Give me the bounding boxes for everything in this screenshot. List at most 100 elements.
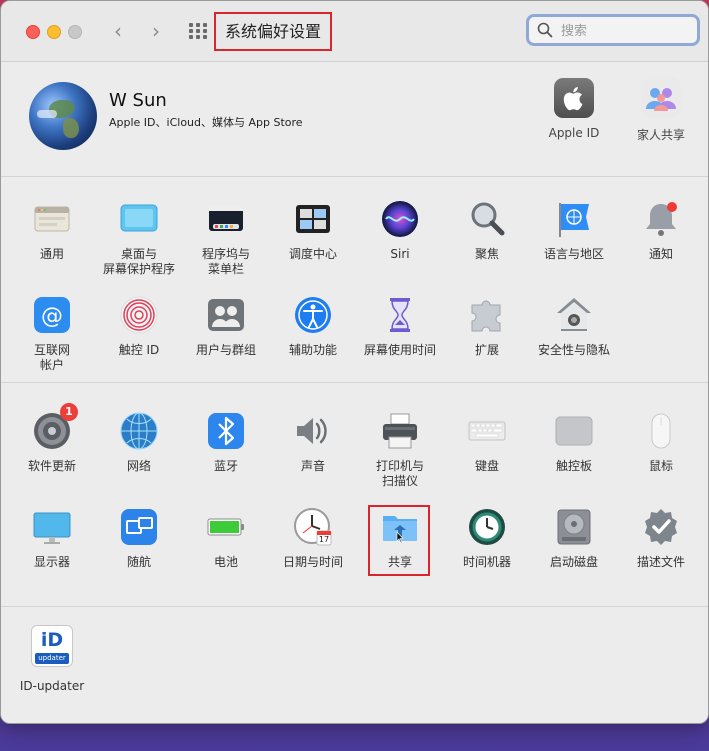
show-all-grid-icon[interactable] (189, 23, 209, 39)
pref-mission-control[interactable]: 调度中心 (270, 199, 356, 262)
pref-spotlight[interactable]: 聚焦 (444, 199, 530, 262)
users-groups-icon (206, 295, 246, 335)
pref-security-privacy[interactable]: 安全性与隐私 (531, 295, 617, 358)
pref-time-machine[interactable]: 时间机器 (444, 507, 530, 570)
apple-id-button[interactable]: Apple ID (534, 78, 614, 140)
mouse-icon (641, 411, 681, 451)
id-updater-icon-text: iD (40, 629, 64, 651)
search-field[interactable] (526, 14, 700, 46)
pref-siri[interactable]: Siri (357, 199, 443, 262)
pref-network[interactable]: 网络 (96, 411, 182, 474)
pref-extensions[interactable]: 扩展 (444, 295, 530, 358)
apple-id-banner: W Sun Apple ID、iCloud、媒体与 App Store Appl… (1, 62, 708, 177)
user-name: W Sun (109, 90, 167, 111)
pref-label: 触控板 (555, 459, 592, 473)
avatar[interactable] (29, 82, 97, 150)
pref-label: 电池 (213, 555, 238, 569)
apple-id-label: Apple ID (548, 126, 600, 140)
pref-users-groups[interactable]: 用户与群组 (183, 295, 269, 358)
calendar-date-badge: 17 (318, 535, 330, 544)
mission-control-icon (293, 199, 333, 239)
pref-label: 日期与时间 (282, 555, 343, 569)
update-count-badge: 1 (60, 403, 78, 421)
pref-label: 聚焦 (474, 247, 499, 261)
pref-label: 用户与群组 (195, 343, 256, 357)
bluetooth-icon (206, 411, 246, 451)
pref-label: 辅助功能 (288, 343, 337, 357)
pref-label: Siri (390, 247, 410, 261)
spotlight-icon (467, 199, 507, 239)
pref-label: 安全性与隐私 (537, 343, 610, 357)
pref-label: 显示器 (33, 555, 70, 569)
displays-icon (32, 507, 72, 547)
search-icon (537, 22, 553, 38)
pref-profiles[interactable]: 描述文件 (618, 507, 704, 570)
pref-label: 打印机与 扫描仪 (375, 459, 424, 488)
family-sharing-button[interactable]: 家人共享 (621, 78, 701, 143)
pref-displays[interactable]: 显示器 (9, 507, 95, 570)
pref-software-update[interactable]: 1 软件更新 (9, 403, 95, 474)
apple-logo-icon (554, 78, 594, 118)
pref-label: 通用 (39, 247, 64, 261)
pref-id-updater[interactable]: iD updater ID-updater (9, 625, 95, 694)
pref-notifications[interactable]: 通知 (618, 199, 704, 262)
system-preferences-window: ‹ › 系统偏好设置 W Sun Apple ID、iCloud、媒体与 App… (0, 0, 709, 724)
minimize-button[interactable] (47, 25, 61, 39)
pref-language-region[interactable]: 语言与地区 (531, 199, 617, 262)
pref-label: 桌面与 屏幕保护程序 (102, 247, 175, 276)
pref-label: 时间机器 (462, 555, 511, 569)
pref-internet-accounts[interactable]: @ 互联网 帐户 (9, 295, 95, 373)
pref-bluetooth[interactable]: 蓝牙 (183, 411, 269, 474)
sidecar-icon (119, 507, 159, 547)
notifications-icon (641, 199, 681, 239)
pref-label: 键盘 (474, 459, 499, 473)
pref-battery[interactable]: 电池 (183, 507, 269, 570)
internet-accounts-icon: @ (32, 295, 72, 335)
pref-label: 描述文件 (636, 555, 685, 569)
pref-general[interactable]: 通用 (9, 199, 95, 262)
forward-chevron-icon[interactable]: › (143, 17, 169, 45)
title-bar: ‹ › 系统偏好设置 (1, 1, 708, 62)
accessibility-icon (293, 295, 333, 335)
pref-desktop-screensaver[interactable]: 桌面与 屏幕保护程序 (96, 199, 182, 277)
svg-text:@: @ (41, 304, 63, 329)
zoom-button[interactable] (68, 25, 82, 39)
pref-mouse[interactable]: 鼠标 (618, 411, 704, 474)
startup-disk-icon (554, 507, 594, 547)
sharing-highlight-box (368, 505, 430, 576)
pref-sidecar[interactable]: 随航 (96, 507, 182, 570)
pref-touch-id[interactable]: 触控 ID (96, 295, 182, 358)
pref-sound[interactable]: 声音 (270, 411, 356, 474)
pref-label: 通知 (648, 247, 673, 261)
pref-screen-time[interactable]: 屏幕使用时间 (357, 295, 443, 358)
personal-preferences-section: 通用 桌面与 屏幕保护程序 程序坞与 菜单栏 调度中心 Siri 聚焦 语言与地… (1, 177, 708, 383)
pref-printers-scanners[interactable]: 打印机与 扫描仪 (357, 411, 443, 489)
hardware-preferences-section: 1 软件更新 网络 蓝牙 声音 打印机与 扫描仪 键盘 触控板 鼠标 显示器 随… (1, 383, 708, 607)
dock-menubar-icon (206, 199, 246, 239)
pref-label: 软件更新 (27, 459, 76, 473)
pref-label: ID-updater (19, 679, 85, 693)
pref-label: 触控 ID (118, 343, 160, 357)
pref-dock-menubar[interactable]: 程序坞与 菜单栏 (183, 199, 269, 277)
pref-label: 随航 (126, 555, 151, 569)
siri-icon (380, 199, 420, 239)
trackpad-icon (554, 411, 594, 451)
close-button[interactable] (26, 25, 40, 39)
pref-keyboard[interactable]: 键盘 (444, 411, 530, 474)
id-updater-icon-subtext: updater (35, 653, 69, 664)
profiles-icon (641, 507, 681, 547)
pref-date-time[interactable]: 17 日期与时间 (270, 507, 356, 570)
software-update-icon: 1 (32, 403, 78, 451)
sound-icon (293, 411, 333, 451)
family-sharing-icon (641, 78, 681, 118)
back-chevron-icon[interactable]: ‹ (105, 17, 131, 45)
pref-label: 网络 (126, 459, 151, 473)
pref-accessibility[interactable]: 辅助功能 (270, 295, 356, 358)
search-input[interactable] (559, 19, 693, 43)
pref-trackpad[interactable]: 触控板 (531, 411, 617, 474)
pref-label: 互联网 帐户 (33, 343, 70, 372)
network-icon (119, 411, 159, 451)
pref-startup-disk[interactable]: 启动磁盘 (531, 507, 617, 570)
pref-label: 声音 (300, 459, 325, 473)
extensions-icon (467, 295, 507, 335)
